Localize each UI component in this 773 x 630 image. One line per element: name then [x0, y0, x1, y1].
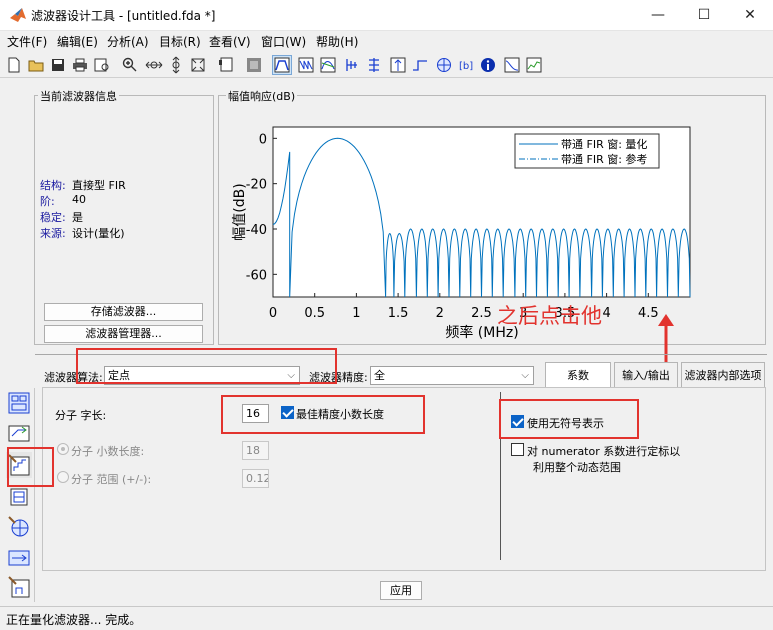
menu-window[interactable]: 窗口(W) [261, 33, 306, 50]
order-label: 阶: [40, 195, 55, 208]
chevron-down-icon: ⌵ [521, 370, 529, 381]
scale-numerator-label-2: 利用整个动态范围 [533, 461, 621, 474]
precision-value: 全 [374, 369, 385, 382]
legend-reference: 带通 FIR 窗: 参考 [561, 152, 647, 166]
full-view-icon[interactable] [188, 55, 208, 75]
x-tick-label: 2.5 [471, 306, 492, 321]
title-bar: 滤波器设计工具 - [untitled.fda *] — ☐ ✕ [0, 0, 773, 31]
magnitude-chart: 0-20-40-60 0 0.5 1 1.5 2 2.5 3 3.5 4 4.5 幅值(dB) 频… [232, 126, 691, 341]
pole-zero-icon[interactable] [434, 55, 454, 75]
tab-input-output[interactable]: 输入/输出 [614, 362, 678, 387]
svg-text:[b]: [b] [459, 61, 473, 72]
menu-help[interactable]: 帮助(H) [316, 33, 358, 50]
highlight-arithmetic [76, 348, 337, 384]
minimize-button[interactable]: — [635, 0, 681, 30]
magnitude-response-icon[interactable] [272, 55, 292, 75]
filter-manager-button[interactable]: 滤波器管理器... [44, 325, 203, 343]
print-preview-icon[interactable] [92, 55, 112, 75]
toolbar: [b] [0, 52, 773, 78]
import-filter-icon[interactable] [6, 574, 32, 600]
menu-file[interactable]: 文件(F) [7, 33, 47, 50]
x-tick-label: 1 [352, 306, 360, 321]
y-axis-label: 幅值(dB) [232, 183, 248, 240]
x-tick-label: 0.5 [304, 306, 325, 321]
status-text: 正在量化滤波器... 完成。 [6, 613, 142, 627]
maximize-button[interactable]: ☐ [681, 0, 727, 30]
magnitude-phase-icon[interactable] [318, 55, 338, 75]
menu-analysis[interactable]: 分析(A) [107, 33, 149, 50]
window-title: 滤波器设计工具 - [untitled.fda *] [31, 9, 216, 23]
tab-coefficients[interactable]: 系数 [545, 362, 611, 387]
print-icon[interactable] [70, 55, 90, 75]
numerator-word-length-label: 分子 字长: [55, 409, 107, 422]
numerator-fraction-length-label: 分子 小数长度: [71, 445, 145, 458]
new-figure-icon[interactable] [216, 55, 236, 75]
step-response-icon[interactable] [410, 55, 430, 75]
filter-specs-icon[interactable] [244, 55, 264, 75]
magnitude-estimate-icon[interactable] [502, 55, 522, 75]
matlab-logo-icon [10, 8, 26, 22]
phase-response-icon[interactable] [296, 55, 316, 75]
menu-edit[interactable]: 编辑(E) [57, 33, 98, 50]
order-value: 40 [72, 193, 86, 206]
menu-bar: 文件(F) 编辑(E) 分析(A) 目标(R) 查看(V) 窗口(W) 帮助(H… [0, 31, 773, 52]
open-folder-icon[interactable] [26, 55, 46, 75]
new-file-icon[interactable] [4, 55, 24, 75]
y-tick-label: -60 [246, 268, 267, 283]
menu-view[interactable]: 查看(V) [209, 33, 251, 50]
apply-button[interactable]: 应用 [380, 581, 422, 600]
range-radio[interactable] [57, 471, 69, 483]
annotation-text: 之后点击他 [497, 304, 602, 328]
realize-model-icon[interactable] [6, 484, 32, 510]
x-tick-label: 4 [602, 306, 610, 321]
x-tick-label: 2 [436, 306, 444, 321]
tab-filter-internals[interactable]: 滤波器内部选项 [681, 362, 765, 387]
structure-label: 结构: [40, 179, 66, 192]
legend-quantized: 带通 FIR 窗: 量化 [561, 137, 647, 151]
filter-design-icon[interactable] [6, 390, 32, 416]
stable-value: 是 [72, 211, 83, 224]
stable-label: 稳定: [40, 211, 66, 224]
phase-delay-icon[interactable] [364, 55, 384, 75]
current-filter-info-title: 当前滤波器信息 [38, 88, 119, 104]
store-filter-button[interactable]: 存储滤波器... [44, 303, 203, 321]
filter-info-icon[interactable] [478, 55, 498, 75]
numerator-fraction-length-input[interactable]: 18 [242, 441, 269, 460]
menu-targets[interactable]: 目标(R) [159, 33, 201, 50]
round-off-noise-icon[interactable] [524, 55, 544, 75]
group-delay-icon[interactable] [342, 55, 362, 75]
numerator-range-label: 分子 范围 (+/-): [71, 473, 152, 486]
fraction-length-radio[interactable] [57, 443, 69, 455]
highlight-unsigned [499, 399, 639, 439]
multirate-icon[interactable] [6, 544, 32, 570]
status-bar: 正在量化滤波器... 完成。 [0, 606, 773, 630]
scale-numerator-label-1: 对 numerator 系数进行定标以 [527, 445, 681, 458]
scale-numerator-checkbox[interactable] [511, 443, 524, 456]
structure-value: 直接型 FIR [72, 179, 126, 192]
close-button[interactable]: ✕ [727, 0, 773, 30]
impulse-response-icon[interactable] [388, 55, 408, 75]
zoom-in-icon[interactable] [120, 55, 140, 75]
y-tick-label: 0 [259, 132, 267, 147]
magnitude-response-title: 幅值响应(dB) [226, 88, 298, 104]
highlight-word-length [221, 395, 425, 434]
zoom-y-icon[interactable] [166, 55, 186, 75]
source-value: 设计(量化) [72, 227, 125, 240]
numerator-range-input[interactable]: 0.125 [242, 469, 269, 488]
chart-legend: 带通 FIR 窗: 量化 带通 FIR 窗: 参考 [514, 133, 660, 169]
precision-select[interactable]: 全 ⌵ [370, 366, 534, 385]
highlight-quantization-button [7, 447, 54, 487]
save-icon[interactable] [48, 55, 68, 75]
x-tick-label: 0 [269, 306, 277, 321]
pole-zero-editor-icon[interactable] [6, 514, 32, 540]
y-tick-label: -20 [246, 178, 267, 193]
filter-coefficients-icon[interactable]: [b] [456, 55, 476, 75]
zoom-x-icon[interactable] [144, 55, 164, 75]
source-label: 来源: [40, 227, 66, 240]
transform-filter-icon[interactable] [6, 420, 32, 446]
x-tick-label: 1.5 [388, 306, 409, 321]
y-tick-label: -40 [246, 223, 267, 238]
